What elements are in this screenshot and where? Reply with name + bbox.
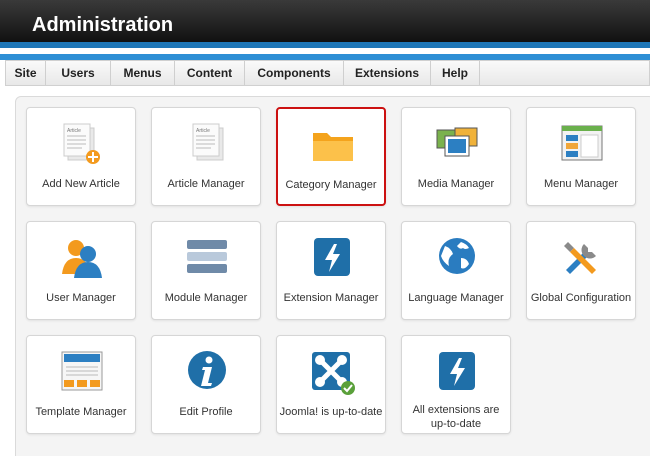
add-article-icon: Article — [58, 120, 106, 168]
tile-label: Template Manager — [35, 406, 127, 418]
menu-content[interactable]: Content — [175, 61, 245, 85]
tile-label: Language Manager — [408, 292, 504, 304]
main-menu-bar: Site Users Menus Content Components Exte… — [5, 60, 650, 86]
menu-help[interactable]: Help — [431, 61, 480, 85]
tile-label: Add New Article — [42, 178, 120, 190]
media-icon — [433, 120, 481, 168]
tile-extensions-up-to-date[interactable]: All extensions are up-to-date — [401, 335, 511, 434]
globe-icon — [433, 234, 481, 282]
admin-header: Administration — [0, 0, 650, 48]
tile-label: Menu Manager — [544, 178, 618, 190]
tile-module-manager[interactable]: Module Manager — [151, 221, 261, 320]
tile-user-manager[interactable]: User Manager — [26, 221, 136, 320]
lightning-icon — [433, 348, 481, 396]
menu-extensions[interactable]: Extensions — [344, 61, 431, 85]
info-icon — [183, 348, 231, 396]
tile-label: Article Manager — [167, 178, 245, 190]
tile-label: Media Manager — [417, 178, 495, 190]
tile-menu-manager[interactable]: Menu Manager — [526, 107, 636, 206]
tile-language-manager[interactable]: Language Manager — [401, 221, 511, 320]
template-icon — [58, 348, 106, 396]
menu-site[interactable]: Site — [6, 61, 46, 85]
lightning-icon — [308, 234, 356, 282]
folder-icon — [309, 121, 357, 169]
tile-joomla-up-to-date[interactable]: Joomla! is up-to-date — [276, 335, 386, 434]
users-icon — [58, 234, 106, 282]
tile-global-configuration[interactable]: Global Configuration — [526, 221, 636, 320]
tile-template-manager[interactable]: Template Manager — [26, 335, 136, 434]
svg-text:Article: Article — [67, 128, 81, 134]
menu-components[interactable]: Components — [245, 61, 344, 85]
tile-label: Category Manager — [285, 179, 377, 191]
tile-label: Edit Profile — [179, 406, 233, 418]
tile-extension-manager[interactable]: Extension Manager — [276, 221, 386, 320]
tile-media-manager[interactable]: Media Manager — [401, 107, 511, 206]
tile-label: User Manager — [46, 292, 116, 304]
tile-label: Global Configuration — [530, 292, 632, 304]
menu-menus[interactable]: Menus — [111, 61, 175, 85]
page-title: Administration — [32, 14, 174, 36]
joomla-check-icon — [308, 348, 356, 396]
tile-label: All extensions are up-to-date — [412, 404, 500, 430]
tools-icon — [558, 234, 606, 282]
tile-label: Joomla! is up-to-date — [279, 406, 383, 418]
article-icon: Article — [183, 120, 231, 168]
tile-edit-profile[interactable]: Edit Profile — [151, 335, 261, 434]
tile-article-manager[interactable]: Article Article Manager — [151, 107, 261, 206]
svg-text:Article: Article — [196, 128, 210, 134]
tile-label: Extension Manager — [283, 292, 379, 304]
tile-add-new-article[interactable]: Article Add New Article — [26, 107, 136, 206]
module-stack-icon — [183, 234, 231, 282]
tile-category-manager[interactable]: Category Manager — [276, 107, 386, 206]
tile-label: Module Manager — [164, 292, 248, 304]
menu-window-icon — [558, 120, 606, 168]
menu-users[interactable]: Users — [46, 61, 111, 85]
